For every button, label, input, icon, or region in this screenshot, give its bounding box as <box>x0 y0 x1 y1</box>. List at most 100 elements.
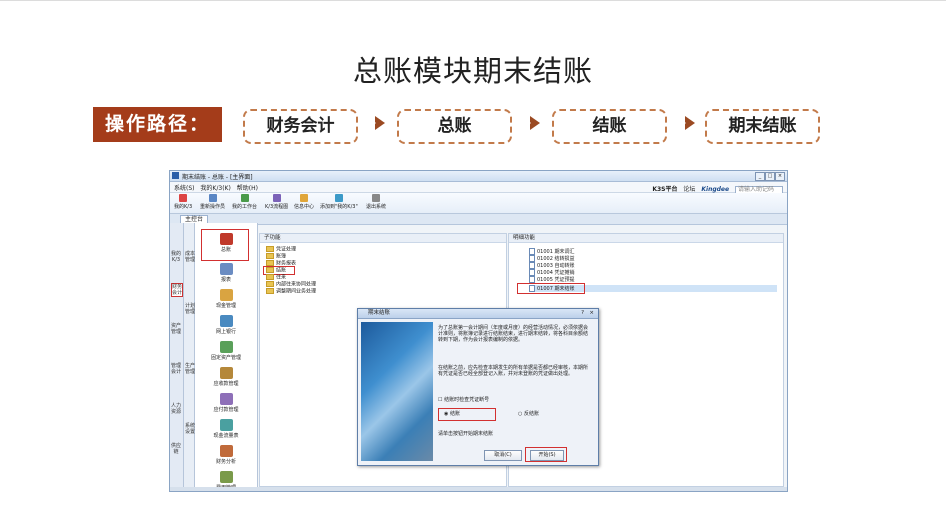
detail-row[interactable]: 01002 结转损益 <box>529 255 575 262</box>
module-icon-column: 总账 报表 现金管理 网上银行 固定资产管理 应收款管理 应付款管理 现金流量表… <box>195 223 258 491</box>
module-fixed-assets[interactable]: 固定资产管理 <box>195 341 257 361</box>
forum-link[interactable]: 论坛 <box>683 184 695 193</box>
detail-row[interactable]: 01005 凭证预提 <box>529 276 575 283</box>
subfunc-current-account[interactable]: 往来 <box>266 274 286 281</box>
status-bar <box>170 487 787 491</box>
menu-help[interactable]: 帮助(H) <box>237 183 258 192</box>
module-online-bank[interactable]: 网上银行 <box>195 315 257 335</box>
highlight-start <box>525 447 567 462</box>
highlight-ledger <box>201 229 249 261</box>
app-toolbar: 我的K/3 重新操作员 我的工作台 K/3流程图 信息中心 添加到"我的K/3"… <box>170 193 787 214</box>
nav-human-resources[interactable]: 人力资源 <box>171 403 181 415</box>
receivable-icon <box>219 367 233 379</box>
detail-row[interactable]: 01001 期末调汇 <box>529 248 575 255</box>
dialog-close-icon[interactable]: × <box>589 309 594 318</box>
help-icon[interactable]: ? <box>581 309 584 318</box>
folder-icon <box>266 253 274 259</box>
toolbar-change-user[interactable]: 重新操作员 <box>200 194 225 210</box>
nav-planning[interactable]: 计划管理 <box>185 303 195 315</box>
asset-icon <box>219 341 233 353</box>
nav-management-accounting[interactable]: 管理会计 <box>171 363 181 375</box>
step-closing: 结账 <box>552 109 667 144</box>
subfunction-header: 子功能 <box>260 234 506 243</box>
menu-system[interactable]: 系统(S) <box>174 183 195 192</box>
close-icon[interactable]: × <box>775 172 785 181</box>
subfunc-internal-account[interactable]: 内部往来协同处理 <box>266 281 316 288</box>
app-window-title: 期末结账 - 总账 - [主界面] <box>182 174 253 181</box>
slide-title: 总账模块期末结账 <box>352 54 593 88</box>
nav-asset-management[interactable]: 资产管理 <box>171 323 181 335</box>
folder-icon <box>266 274 274 280</box>
maximize-icon[interactable]: □ <box>765 172 775 181</box>
toolbar-info-center[interactable]: 信息中心 <box>294 194 314 210</box>
module-cash[interactable]: 现金管理 <box>195 289 257 309</box>
left-nav-secondary: 成本管理 计划管理 生产管理 系统设置 <box>184 223 195 491</box>
subfunc-adjust-period[interactable]: 调整期间业务处理 <box>266 288 316 295</box>
expense-icon <box>219 471 233 483</box>
nav-cost-management[interactable]: 成本管理 <box>185 251 195 263</box>
arrow-icon <box>526 116 540 130</box>
left-nav-primary: 我的K/3 财务会计 资产管理 管理会计 人力资源 供应链 <box>170 223 184 491</box>
exit-icon <box>372 194 380 202</box>
analysis-icon <box>219 445 233 457</box>
detail-header: 明细功能 <box>509 234 783 243</box>
nav-system-settings[interactable]: 系统设置 <box>185 423 195 435</box>
dialog-hint: 请单击按钮开始期末结账 <box>438 431 494 437</box>
cancel-button[interactable]: 取消(C) <box>484 450 522 461</box>
folder-icon <box>266 288 274 294</box>
arrow-icon <box>371 116 385 130</box>
detail-row[interactable]: 01004 凭证摊销 <box>529 269 575 276</box>
folder-icon <box>266 246 274 252</box>
step-financial-accounting: 财务会计 <box>243 109 358 144</box>
toolbar-add-my-k3[interactable]: 添加到"我的K/3" <box>320 194 358 210</box>
nav-my-k3[interactable]: 我的K/3 <box>171 251 181 263</box>
report-icon <box>219 263 233 275</box>
toolbar-exit[interactable]: 退出系统 <box>366 194 386 210</box>
radio-reverse-close[interactable]: ○ 反结账 <box>518 411 539 417</box>
toolbar-my-k3[interactable]: 我的K/3 <box>174 194 192 210</box>
dialog-illustration <box>361 322 433 461</box>
cashflow-icon <box>219 419 233 431</box>
user-icon <box>208 194 217 202</box>
subfunc-voucher[interactable]: 凭证处理 <box>266 246 296 253</box>
dialog-para-1: 为了总账第一会计期间（年度或月度）的经营活动情况，必须依据会计准则，将账簿记录进… <box>438 325 589 343</box>
toolbar-workbench[interactable]: 我的工作台 <box>232 194 257 210</box>
home-icon <box>179 194 188 202</box>
nav-financial-accounting[interactable]: 财务会计 <box>171 283 183 297</box>
nav-supply-chain[interactable]: 供应链 <box>171 443 181 455</box>
bank-icon <box>219 315 233 327</box>
module-reports[interactable]: 报表 <box>195 263 257 283</box>
menu-my-k3[interactable]: 我的K/3(K) <box>200 183 230 192</box>
subfunc-books[interactable]: 账簿 <box>266 253 286 260</box>
app-logo-icon <box>172 172 179 179</box>
platform-link[interactable]: K3S平台 <box>652 186 677 193</box>
payable-icon <box>219 393 233 405</box>
arrow-icon <box>681 116 695 130</box>
workbench-icon <box>240 194 249 202</box>
module-receivables[interactable]: 应收款管理 <box>195 367 257 387</box>
module-cashflow[interactable]: 现金流量表 <box>195 419 257 439</box>
highlight-period-close <box>517 283 585 294</box>
detail-row[interactable]: 01003 自动转账 <box>529 262 575 269</box>
flowchart-icon <box>272 194 281 202</box>
dialog-para-2: 在结账之前，应先检查本期发生的所有单据是否都已经审核，本期所有凭证是否已经全部登… <box>438 365 589 377</box>
tab-row: 主控台 <box>170 214 787 225</box>
folder-icon <box>266 281 274 287</box>
slide-top-rule <box>0 0 946 1</box>
minimize-icon[interactable]: _ <box>755 172 765 181</box>
step-period-end-closing: 期末结账 <box>705 109 820 144</box>
app-menubar: 系统(S) 我的K/3(K) 帮助(H) K3S平台 论坛 Kingdee 请输… <box>170 182 787 194</box>
highlight-radio-close <box>438 408 496 421</box>
info-icon <box>300 194 308 202</box>
path-label: 操作路径： <box>93 107 222 142</box>
check-voucher-gap[interactable]: ☐ 结账时检查凭证断号 <box>438 397 590 403</box>
app-window: 期末结账 - 总账 - [主界面] _ □ × 系统(S) 我的K/3(K) 帮… <box>169 170 788 492</box>
app-titlebar: 期末结账 - 总账 - [主界面] _ □ × <box>170 171 787 182</box>
module-payables[interactable]: 应付款管理 <box>195 393 257 413</box>
toolbar-flowchart[interactable]: K/3流程图 <box>265 194 288 210</box>
add-icon <box>334 194 343 202</box>
kingdee-logo: Kingdee <box>701 186 730 193</box>
step-general-ledger: 总账 <box>397 109 512 144</box>
module-financial-analysis[interactable]: 财务分析 <box>195 445 257 465</box>
nav-production[interactable]: 生产管理 <box>185 363 195 375</box>
